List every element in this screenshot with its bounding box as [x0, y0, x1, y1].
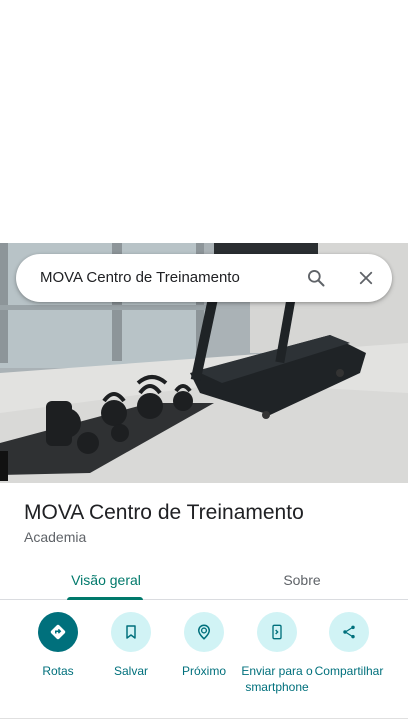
action-buttons: Rotas Salvar Próximo Enviar para o smart… — [0, 612, 408, 712]
directions-button[interactable]: Rotas — [21, 612, 95, 679]
divider — [0, 718, 408, 719]
tab-about[interactable]: Sobre — [262, 560, 342, 600]
send-to-phone-label: Enviar para o smartphone — [241, 664, 313, 694]
place-title: MOVA Centro de Treinamento — [24, 501, 304, 524]
bookmark-icon — [111, 612, 151, 652]
nearby-icon — [184, 612, 224, 652]
send-to-phone-button[interactable]: Enviar para o smartphone — [240, 612, 314, 695]
share-icon — [329, 612, 369, 652]
directions-label: Rotas — [42, 664, 74, 678]
tab-bar: Visão geral Sobre — [0, 560, 408, 600]
search-icon[interactable] — [300, 262, 332, 294]
nearby-button[interactable]: Próximo — [167, 612, 241, 679]
place-category[interactable]: Academia — [24, 529, 86, 545]
directions-icon — [38, 612, 78, 652]
close-icon[interactable] — [350, 262, 382, 294]
search-input[interactable]: MOVA Centro de Treinamento — [40, 269, 240, 286]
send-to-phone-icon — [257, 612, 297, 652]
tab-overview[interactable]: Visão geral — [67, 560, 145, 600]
map-area-blank — [0, 0, 408, 243]
search-bar[interactable]: MOVA Centro de Treinamento — [16, 254, 392, 302]
save-label: Salvar — [113, 664, 148, 678]
save-button[interactable]: Salvar — [94, 612, 168, 679]
share-label: Compartilhar — [314, 664, 384, 678]
share-button[interactable]: Compartilhar — [312, 612, 386, 679]
nearby-label: Próximo — [181, 664, 226, 678]
active-tab-indicator — [67, 597, 143, 600]
